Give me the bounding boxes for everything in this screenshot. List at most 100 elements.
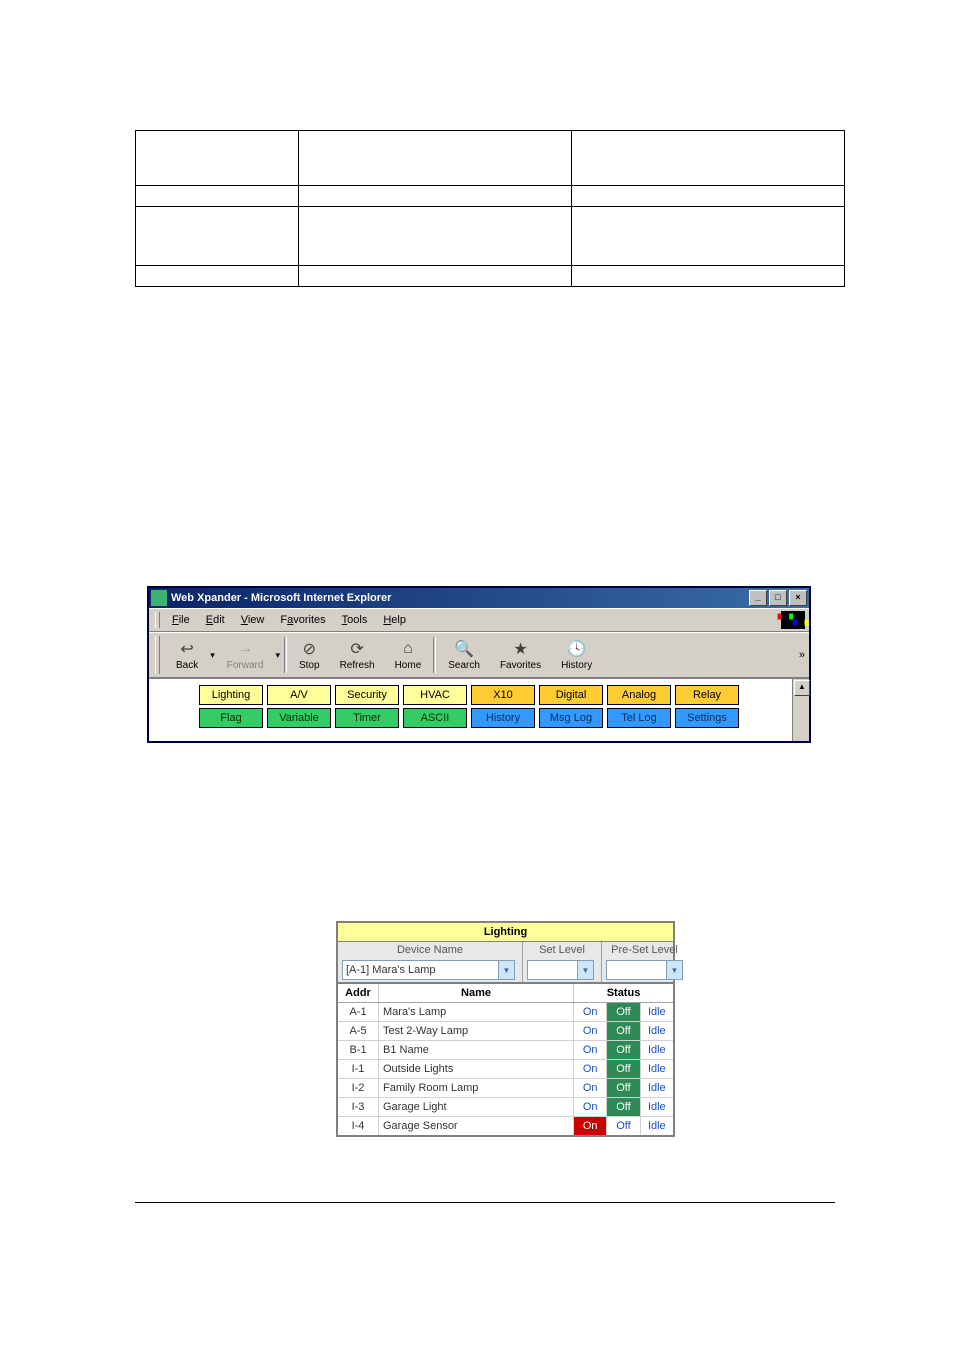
home-icon: ⌂ [403, 639, 413, 659]
nav-analog-button[interactable]: Analog [607, 685, 671, 705]
row-name: B1 Name [379, 1041, 574, 1059]
idle-button[interactable]: Idle [641, 1060, 673, 1078]
lighting-row: I-4Garage SensorOnOffIdle [338, 1117, 673, 1135]
nav-hvac-button[interactable]: HVAC [403, 685, 467, 705]
chevron-down-icon: ▼ [498, 961, 514, 979]
on-button[interactable]: On [574, 1041, 607, 1059]
row-name: Test 2-Way Lamp [379, 1022, 574, 1040]
idle-button[interactable]: Idle [641, 1117, 673, 1135]
toolbar: ↩Back▾→Forward▾⊘Stop⟳Refresh⌂Home🔍Search… [149, 632, 809, 678]
lighting-controls-row: Device Name [A-1] Mara's Lamp ▼ Set Leve… [338, 942, 673, 984]
nav-x10-button[interactable]: X10 [471, 685, 535, 705]
device-name-select[interactable]: [A-1] Mara's Lamp ▼ [342, 960, 515, 980]
maximize-button[interactable]: □ [769, 590, 787, 606]
off-button[interactable]: Off [607, 1003, 640, 1021]
history-button[interactable]: 🕓History [551, 635, 602, 675]
idle-button[interactable]: Idle [641, 1041, 673, 1059]
scroll-up-button[interactable]: ▲ [794, 680, 810, 696]
vertical-scrollbar[interactable]: ▲ [792, 679, 809, 741]
nav-security-button[interactable]: Security [335, 685, 399, 705]
favorites-button[interactable]: ★Favorites [490, 635, 551, 675]
menu-help[interactable]: Help [375, 612, 414, 628]
lighting-row: I-2Family Room LampOnOffIdle [338, 1079, 673, 1098]
device-name-value: [A-1] Mara's Lamp [346, 964, 436, 976]
menu-file[interactable]: File [164, 612, 198, 628]
row-addr: I-2 [338, 1079, 379, 1097]
nav-settings-button[interactable]: Settings [675, 708, 739, 728]
on-button[interactable]: On [574, 1060, 607, 1078]
off-button[interactable]: Off [607, 1117, 640, 1135]
lighting-panel-title: Lighting [338, 923, 673, 942]
on-button[interactable]: On [574, 1079, 607, 1097]
refresh-icon: ⟳ [350, 639, 363, 659]
off-button[interactable]: Off [607, 1022, 640, 1040]
dropdown-arrow-icon[interactable]: ▾ [208, 650, 217, 661]
title-bar: Web Xpander - Microsoft Internet Explore… [149, 588, 809, 608]
off-button[interactable]: Off [607, 1041, 640, 1059]
back-button[interactable]: ↩Back [166, 635, 208, 675]
row-addr: I-3 [338, 1098, 379, 1116]
row-addr: I-4 [338, 1117, 379, 1135]
chevron-down-icon: ▼ [666, 961, 682, 979]
menu-tools[interactable]: Tools [334, 612, 376, 628]
device-name-label: Device Name [342, 944, 518, 960]
grip-icon [155, 612, 160, 628]
search-button[interactable]: 🔍Search [438, 635, 490, 675]
menu-view[interactable]: View [233, 612, 273, 628]
nav-variable-button[interactable]: Variable [267, 708, 331, 728]
row-name: Garage Light [379, 1098, 574, 1116]
preset-level-select[interactable]: ▼ [606, 960, 683, 980]
nav-msg-log-button[interactable]: Msg Log [539, 708, 603, 728]
lighting-row: A-5Test 2-Way LampOnOffIdle [338, 1022, 673, 1041]
nav-a-v-button[interactable]: A/V [267, 685, 331, 705]
on-button[interactable]: On [574, 1003, 607, 1021]
set-level-select[interactable]: ▼ [527, 960, 594, 980]
nav-flag-button[interactable]: Flag [199, 708, 263, 728]
lighting-panel: Lighting Device Name [A-1] Mara's Lamp ▼… [336, 921, 675, 1137]
row-name: Garage Sensor [379, 1117, 574, 1135]
menu-bar: FileEditViewFavoritesToolsHelp ▘▝▖▗ [149, 608, 809, 632]
row-name: Outside Lights [379, 1060, 574, 1078]
idle-button[interactable]: Idle [641, 1003, 673, 1021]
off-button[interactable]: Off [607, 1060, 640, 1078]
document-table [135, 130, 845, 287]
toolbar-overflow-button[interactable]: » [799, 649, 805, 661]
nav-ascii-button[interactable]: ASCII [403, 708, 467, 728]
idle-button[interactable]: Idle [641, 1079, 673, 1097]
lighting-row: I-3Garage LightOnOffIdle [338, 1098, 673, 1117]
browser-window: Web Xpander - Microsoft Internet Explore… [147, 586, 811, 743]
header-status: Status [574, 984, 673, 1002]
row-addr: B-1 [338, 1041, 379, 1059]
nav-relay-button[interactable]: Relay [675, 685, 739, 705]
minimize-button[interactable]: _ [749, 590, 767, 606]
off-button[interactable]: Off [607, 1079, 640, 1097]
idle-button[interactable]: Idle [641, 1098, 673, 1116]
dropdown-arrow-icon[interactable]: ▾ [273, 650, 282, 661]
header-name: Name [379, 984, 574, 1002]
favorites-label: Favorites [500, 660, 541, 671]
toolbar-separator [284, 637, 287, 673]
home-button[interactable]: ⌂Home [385, 635, 432, 675]
back-label: Back [176, 660, 198, 671]
idle-button[interactable]: Idle [641, 1022, 673, 1040]
horizontal-rule [135, 1202, 835, 1203]
nav-history-button[interactable]: History [471, 708, 535, 728]
nav-lighting-button[interactable]: Lighting [199, 685, 263, 705]
on-button[interactable]: On [574, 1098, 607, 1116]
refresh-button[interactable]: ⟳Refresh [330, 635, 385, 675]
on-button[interactable]: On [574, 1022, 607, 1040]
on-button[interactable]: On [574, 1117, 607, 1135]
stop-label: Stop [299, 660, 320, 671]
toolbar-separator [433, 637, 436, 673]
forward-label: Forward [227, 660, 264, 671]
stop-button[interactable]: ⊘Stop [289, 635, 330, 675]
menu-edit[interactable]: Edit [198, 612, 233, 628]
nav-digital-button[interactable]: Digital [539, 685, 603, 705]
off-button[interactable]: Off [607, 1098, 640, 1116]
close-button[interactable]: × [789, 590, 807, 606]
window-title: Web Xpander - Microsoft Internet Explore… [171, 592, 747, 604]
nav-timer-button[interactable]: Timer [335, 708, 399, 728]
preset-level-label: Pre-Set Level [606, 944, 683, 960]
nav-tel-log-button[interactable]: Tel Log [607, 708, 671, 728]
menu-favorites[interactable]: Favorites [272, 612, 333, 628]
